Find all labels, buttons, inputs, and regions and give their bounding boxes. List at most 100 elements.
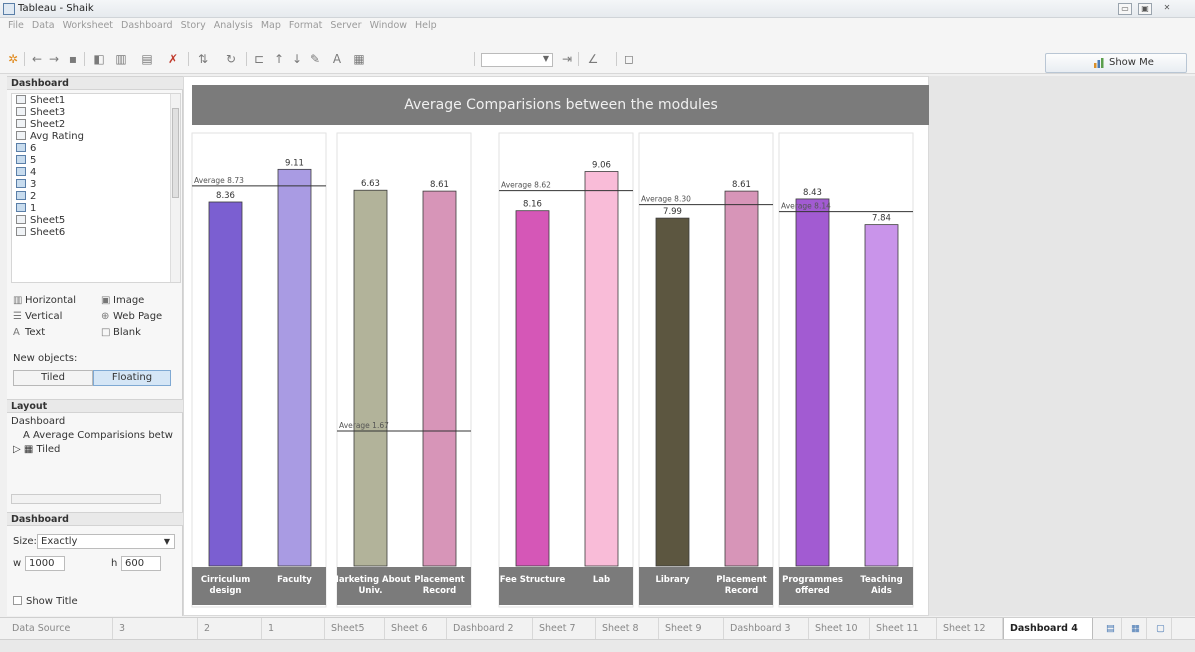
sheet-tab[interactable]: Sheet 8: [596, 618, 659, 639]
sheet-list-scrollbar[interactable]: [170, 94, 180, 282]
object-horizontal[interactable]: ▥ Horizontal: [13, 295, 76, 306]
category-label: Record: [725, 586, 758, 596]
menu-server[interactable]: Server: [330, 18, 361, 34]
tiled-button[interactable]: Tiled: [13, 370, 93, 386]
clear-sheet-icon[interactable]: ✗: [166, 52, 180, 66]
category-label: Library: [655, 575, 690, 585]
average-label: Average 8.62: [501, 181, 551, 190]
menu-help[interactable]: Help: [415, 18, 437, 34]
sort-asc-icon[interactable]: ↑: [272, 52, 286, 66]
show-me-button[interactable]: Show Me: [1045, 53, 1187, 73]
dashboard-side-panel: Dashboard Sheet1 Sheet3 Sheet2 Avg Ratin…: [7, 76, 183, 616]
sheet-tab[interactable]: Sheet 9: [659, 618, 724, 639]
sheet-tab[interactable]: Data Source: [6, 618, 113, 639]
save-icon[interactable]: ▪: [66, 52, 80, 66]
layout-horizontal-scrollbar[interactable]: [11, 494, 161, 504]
sheet-item[interactable]: 3: [16, 179, 36, 191]
menu-story[interactable]: Story: [181, 18, 206, 34]
height-input[interactable]: 600: [121, 556, 161, 571]
layout-tiled-item[interactable]: ▷ ▦ Tiled: [13, 444, 60, 455]
object-text[interactable]: A Text: [13, 327, 45, 338]
menu-worksheet[interactable]: Worksheet: [63, 18, 113, 34]
sheet-tab[interactable]: Dashboard 2: [447, 618, 533, 639]
new-datasource-icon[interactable]: ◧: [92, 52, 106, 66]
sheet-tab[interactable]: Sheet 11: [870, 618, 937, 639]
new-worksheet-icon[interactable]: ▥: [114, 52, 128, 66]
menu-data[interactable]: Data: [32, 18, 55, 34]
height-label: h: [111, 558, 118, 569]
pen-icon[interactable]: ∠: [586, 52, 600, 66]
menu-map[interactable]: Map: [261, 18, 281, 34]
layout-title-item[interactable]: A Average Comparisions betw: [23, 430, 173, 441]
sheet-item[interactable]: Sheet1: [16, 95, 65, 107]
status-bar: [0, 639, 1195, 652]
sheet-tab[interactable]: Sheet 12: [937, 618, 1003, 639]
group-icon[interactable]: ⊏: [252, 52, 266, 66]
new-worksheet-tab-icon[interactable]: ▤: [1100, 618, 1122, 639]
refresh-icon[interactable]: ↻: [224, 52, 238, 66]
tableau-logo-icon[interactable]: ✲: [6, 52, 20, 66]
category-label: Placement: [716, 575, 766, 585]
sheet-tab[interactable]: 3: [113, 618, 198, 639]
fix-axes-icon[interactable]: ⇥: [560, 52, 574, 66]
sheet-item[interactable]: Sheet6: [16, 227, 65, 239]
width-input[interactable]: 1000: [25, 556, 65, 571]
sheet-tab[interactable]: Sheet5: [325, 618, 385, 639]
object-vertical[interactable]: ☰ Vertical: [13, 311, 62, 322]
labels-icon[interactable]: A: [330, 52, 344, 66]
object-web-page[interactable]: ⊕ Web Page: [101, 311, 162, 322]
average-label: Average 8.14: [781, 202, 831, 211]
sheet-item[interactable]: 6: [16, 143, 36, 155]
highlight-icon[interactable]: ✎: [308, 52, 322, 66]
new-dashboard-tab-icon[interactable]: ▦: [1125, 618, 1147, 639]
category-band: [499, 567, 633, 605]
sheet-tab[interactable]: 2: [198, 618, 262, 639]
sheet-tab[interactable]: Dashboard 4: [1003, 618, 1093, 639]
sheet-item[interactable]: 2: [16, 191, 36, 203]
sheet-tab[interactable]: Sheet 6: [385, 618, 447, 639]
menu-bar: File Data Worksheet Dashboard Story Analysis M…: [0, 18, 1195, 34]
sheet-item[interactable]: Sheet2: [16, 119, 65, 131]
floating-button[interactable]: Floating: [93, 370, 171, 386]
window-title: Tableau - Shaik: [18, 3, 94, 14]
bar: [353, 189, 388, 567]
menu-analysis[interactable]: Analysis: [214, 18, 253, 34]
show-title-checkbox[interactable]: Show Title: [13, 596, 78, 607]
bar-value-label: 8.36: [216, 191, 235, 201]
menu-format[interactable]: Format: [289, 18, 322, 34]
sheet-tab[interactable]: 1: [262, 618, 325, 639]
sheet-item[interactable]: Avg Rating: [16, 131, 84, 143]
close-button[interactable]: ✕: [1160, 3, 1174, 15]
average-label: Average 1.67: [339, 421, 389, 430]
show-me-label: Show Me: [1109, 57, 1154, 68]
new-story-tab-icon[interactable]: ▢: [1150, 618, 1172, 639]
sheet-item[interactable]: Sheet5: [16, 215, 65, 227]
category-label: Cirriculum: [201, 575, 251, 585]
object-image[interactable]: ▣ Image: [101, 295, 144, 306]
sheet-item[interactable]: 1: [16, 203, 36, 215]
menu-dashboard[interactable]: Dashboard: [121, 18, 173, 34]
sheet-tab[interactable]: Sheet 7: [533, 618, 596, 639]
sort-desc-icon[interactable]: ↓: [290, 52, 304, 66]
minimize-button[interactable]: ▭: [1118, 3, 1132, 15]
bar: [584, 171, 619, 567]
size-dropdown[interactable]: Exactly ▼: [37, 534, 175, 549]
sheet-tab[interactable]: Dashboard 3: [724, 618, 809, 639]
sheet-item[interactable]: 5: [16, 155, 36, 167]
undo-icon[interactable]: ←: [30, 52, 44, 66]
fit-dropdown[interactable]: ▼: [481, 53, 553, 67]
menu-file[interactable]: File: [8, 18, 24, 34]
object-blank[interactable]: □ Blank: [101, 327, 141, 338]
layout-root[interactable]: Dashboard: [11, 416, 65, 427]
restore-button[interactable]: ▣: [1138, 3, 1152, 15]
sheet-item[interactable]: 4: [16, 167, 36, 179]
presentation-icon[interactable]: ◻: [622, 52, 636, 66]
bar: [422, 190, 457, 567]
redo-icon[interactable]: →: [47, 52, 61, 66]
duplicate-sheet-icon[interactable]: ▤: [140, 52, 154, 66]
fit-icon[interactable]: ▦: [352, 52, 366, 66]
sheet-tab[interactable]: Sheet 10: [809, 618, 870, 639]
swap-icon[interactable]: ⇅: [196, 52, 210, 66]
menu-window[interactable]: Window: [370, 18, 407, 34]
sheet-item[interactable]: Sheet3: [16, 107, 65, 119]
